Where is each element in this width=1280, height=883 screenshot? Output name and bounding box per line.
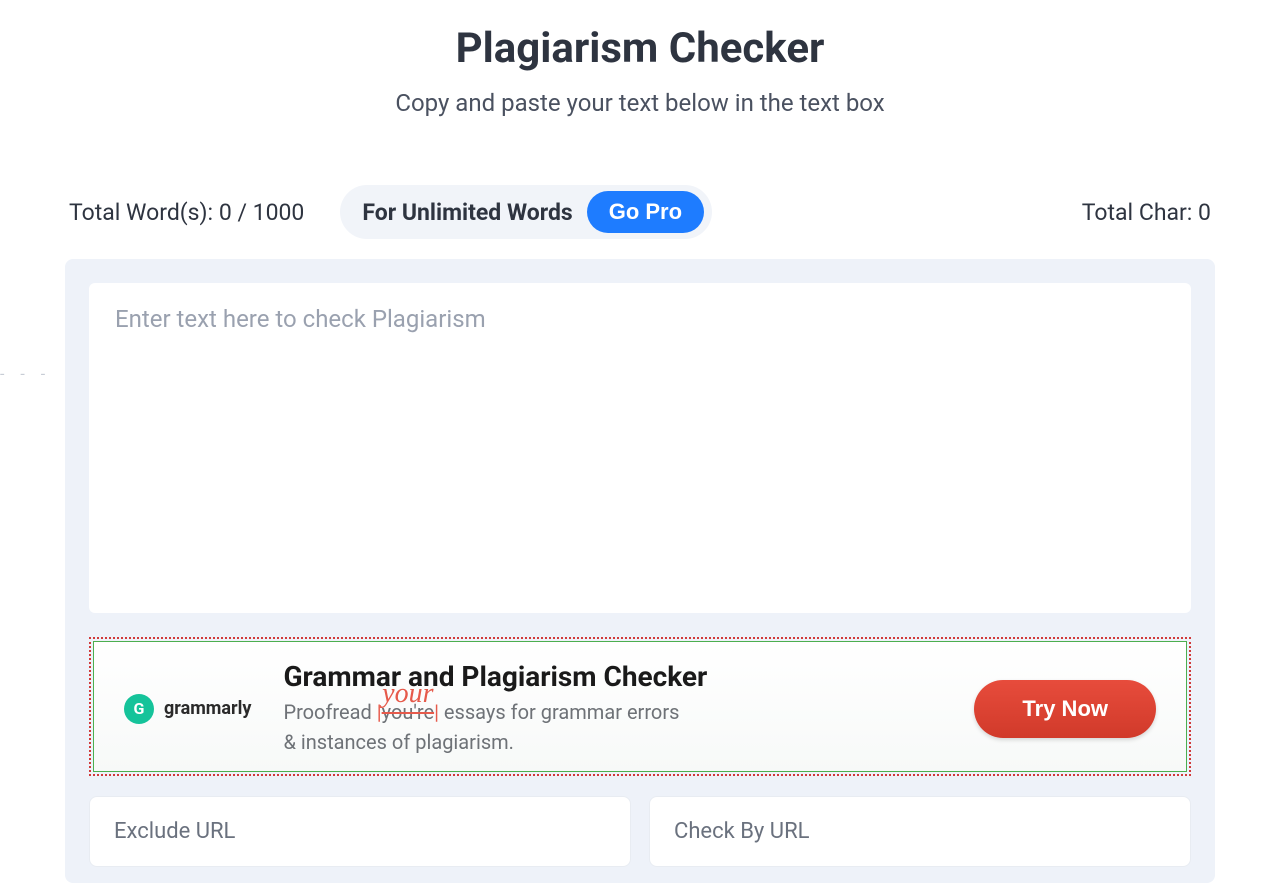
ad-text: Proofread your|you're| essays for gramma… bbox=[283, 697, 942, 757]
ad-text-line2: & instances of plagiarism. bbox=[283, 730, 514, 754]
strike-right: | bbox=[434, 700, 439, 724]
page-subtitle: Copy and paste your text below in the te… bbox=[65, 89, 1215, 117]
grammarly-icon: G bbox=[124, 694, 154, 724]
ad-brand-name: grammarly bbox=[164, 698, 251, 719]
try-now-button[interactable]: Try Now bbox=[974, 680, 1156, 738]
unlimited-text: For Unlimited Words bbox=[362, 199, 572, 226]
ad-container: G grammarly Grammar and Plagiarism Check… bbox=[89, 637, 1191, 776]
page-title: Plagiarism Checker bbox=[65, 24, 1215, 73]
go-pro-button[interactable]: Go Pro bbox=[587, 191, 704, 233]
stats-row: Total Word(s): 0 / 1000 For Unlimited Wo… bbox=[65, 185, 1215, 239]
unlimited-pill: For Unlimited Words Go Pro bbox=[340, 185, 712, 239]
decorative-dots: - - - - bbox=[0, 364, 60, 383]
char-count: Total Char: 0 bbox=[1082, 199, 1211, 226]
url-row bbox=[89, 796, 1191, 867]
editor-panel: G grammarly Grammar and Plagiarism Check… bbox=[65, 259, 1215, 883]
ad-body: Grammar and Plagiarism Checker Proofread… bbox=[283, 660, 942, 757]
ad-text-suffix: essays for grammar errors bbox=[439, 700, 679, 724]
check-by-url-input[interactable] bbox=[649, 796, 1191, 867]
ad-text-prefix: Proofread bbox=[283, 700, 376, 724]
ad-correction-wrap: your|you're| bbox=[377, 697, 439, 727]
plagiarism-input[interactable] bbox=[89, 283, 1191, 613]
ad-banner[interactable]: G grammarly Grammar and Plagiarism Check… bbox=[93, 641, 1187, 772]
word-count: Total Word(s): 0 / 1000 bbox=[69, 199, 304, 226]
ad-logo: G grammarly bbox=[124, 694, 251, 724]
ad-correction-word: your bbox=[382, 673, 433, 715]
exclude-url-input[interactable] bbox=[89, 796, 631, 867]
